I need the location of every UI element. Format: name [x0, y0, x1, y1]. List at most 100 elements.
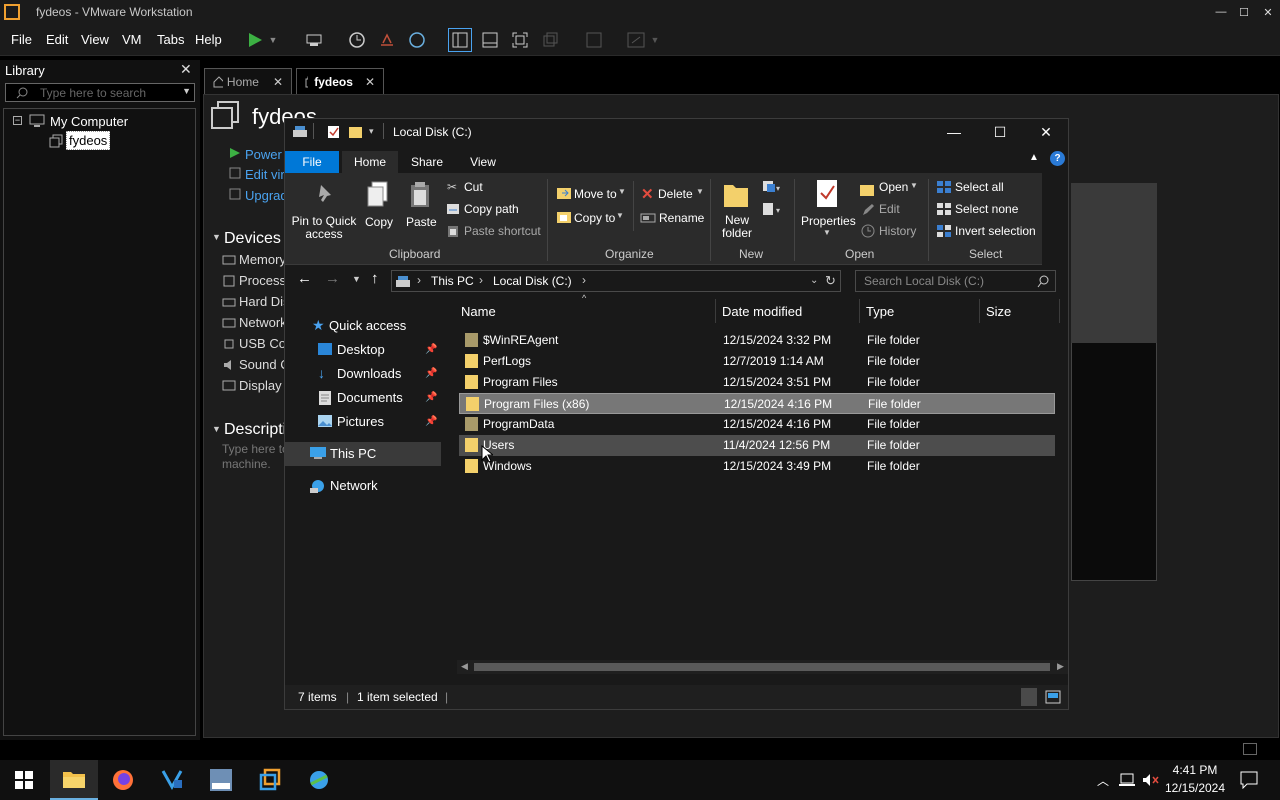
library-search-input[interactable]: Type here to search ▼	[5, 83, 195, 102]
column-size[interactable]: Size	[980, 299, 1060, 323]
device-hard-disk[interactable]: Hard Dis	[239, 294, 290, 309]
up-button[interactable]: ↑	[371, 270, 379, 287]
properties-button[interactable]: Properties	[801, 214, 856, 228]
power-on-icon[interactable]	[243, 28, 267, 52]
nav-desktop[interactable]: Desktop 📌	[285, 338, 441, 362]
table-row[interactable]: Windows 12/15/2024 3:49 PM File folder	[459, 456, 1055, 477]
address-dropdown-icon[interactable]: ⌄	[810, 275, 818, 286]
taskbar-visual-studio[interactable]	[148, 760, 196, 800]
console-view-icon[interactable]	[582, 28, 606, 52]
select-none-button[interactable]: Select none	[955, 202, 1018, 216]
ribbon-tab-view[interactable]: View	[457, 151, 509, 173]
copy-to-button[interactable]: Copy to	[574, 211, 615, 225]
move-to-dropdown-icon[interactable]: ▼	[618, 187, 626, 196]
menu-vm[interactable]: VM	[122, 32, 142, 47]
pin-quick-access-button[interactable]: Pin to Quick access	[289, 215, 359, 241]
paste-shortcut-button[interactable]: Paste shortcut	[464, 224, 541, 238]
table-row[interactable]: $WinREAgent 12/15/2024 3:32 PM File fold…	[459, 330, 1055, 351]
description-text[interactable]: Type here to	[222, 442, 289, 456]
device-display[interactable]: Display	[239, 378, 282, 393]
breadcrumb-chevron-icon[interactable]: ›	[417, 273, 421, 287]
upgrade-link[interactable]: Upgrad	[245, 188, 288, 203]
library-close-icon[interactable]: ✕	[180, 61, 192, 78]
search-dropdown-icon[interactable]: ▼	[182, 86, 191, 96]
select-all-button[interactable]: Select all	[955, 180, 1004, 194]
nav-quick-access[interactable]: ★ Quick access	[285, 314, 441, 338]
minimize-button[interactable]: —	[1209, 0, 1233, 24]
column-type[interactable]: Type	[860, 299, 980, 323]
table-row[interactable]: ProgramData 12/15/2024 4:16 PM File fold…	[459, 414, 1055, 435]
tab-fydeos-close-icon[interactable]: ✕	[365, 75, 375, 89]
stretch-dropdown-icon[interactable]: ▼	[648, 28, 662, 52]
taskbar-firefox[interactable]	[99, 760, 147, 800]
move-to-button[interactable]: Move to	[574, 187, 617, 201]
nav-pictures[interactable]: Pictures 📌	[285, 410, 441, 434]
clock-date[interactable]: 12/15/2024	[1164, 781, 1226, 795]
qat-dropdown-icon[interactable]: ▾	[369, 126, 374, 137]
table-row[interactable]: Users 11/4/2024 12:56 PM File folder	[459, 435, 1055, 456]
power-on-link[interactable]: Power	[245, 147, 282, 162]
taskbar-network-app[interactable]	[295, 760, 343, 800]
open-dropdown-icon[interactable]: ▼	[910, 181, 918, 190]
table-row[interactable]: PerfLogs 12/7/2019 1:14 AM File folder	[459, 351, 1055, 372]
ribbon-tab-share[interactable]: Share	[402, 151, 452, 173]
details-view-icon[interactable]	[1021, 688, 1037, 706]
description-expand-icon[interactable]: ▼	[212, 424, 221, 434]
rename-button[interactable]: Rename	[659, 211, 704, 225]
breadcrumb-local-disk[interactable]: Local Disk (C:)	[493, 274, 572, 288]
device-network[interactable]: Network	[239, 315, 287, 330]
volume-muted-icon[interactable]	[1142, 772, 1160, 788]
new-item-icon[interactable]: ▾	[761, 179, 783, 195]
nav-documents[interactable]: Documents 📌	[285, 386, 441, 410]
scrollbar-thumb[interactable]	[474, 663, 1050, 671]
ribbon-tab-file[interactable]: File	[285, 151, 339, 173]
notifications-icon[interactable]	[1240, 771, 1258, 789]
send-ctrl-alt-del-icon[interactable]	[302, 28, 326, 52]
ribbon-collapse-icon[interactable]: ▲	[1029, 152, 1039, 163]
horizontal-scrollbar[interactable]: ◀ ▶	[457, 660, 1068, 674]
edit-button[interactable]: Edit	[879, 202, 900, 216]
tray-overflow-icon[interactable]: ︿	[1097, 772, 1109, 789]
maximize-button[interactable]: ☐	[1232, 0, 1256, 24]
close-button[interactable]: ✕	[1256, 0, 1280, 24]
menu-view[interactable]: View	[81, 32, 109, 47]
properties-dropdown-icon[interactable]: ▼	[823, 228, 831, 237]
back-button[interactable]: ←	[297, 270, 312, 287]
help-icon[interactable]: ?	[1050, 151, 1065, 166]
column-name[interactable]: Name	[457, 299, 716, 323]
copy-button[interactable]: Copy	[365, 215, 393, 229]
new-folder-button[interactable]: New folder	[719, 214, 755, 240]
address-box[interactable]: › This PC › Local Disk (C:) › ⌄ ↻	[391, 270, 841, 292]
nav-this-pc[interactable]: This PC	[285, 442, 441, 466]
menu-help[interactable]: Help	[195, 32, 222, 47]
network-tray-icon[interactable]	[1118, 772, 1136, 788]
scroll-left-icon[interactable]: ◀	[461, 661, 468, 672]
device-memory[interactable]: Memory	[239, 252, 286, 267]
revert-snapshot-icon[interactable]	[375, 28, 399, 52]
table-row[interactable]: Program Files 12/15/2024 3:51 PM File fo…	[459, 372, 1055, 393]
tree-fydeos[interactable]: fydeos	[66, 131, 111, 150]
paste-button[interactable]: Paste	[406, 215, 437, 229]
easy-access-icon[interactable]: ▾	[761, 201, 783, 217]
power-dropdown-icon[interactable]: ▼	[266, 28, 280, 52]
thumbnail-bar-icon[interactable]	[478, 28, 502, 52]
fullscreen-icon[interactable]	[508, 28, 532, 52]
snapshot-icon[interactable]	[345, 28, 369, 52]
scroll-right-icon[interactable]: ▶	[1057, 661, 1064, 672]
cut-button[interactable]: Cut	[464, 180, 483, 194]
breadcrumb-chevron-icon[interactable]: ›	[582, 273, 586, 287]
menu-tabs[interactable]: Tabs	[157, 32, 184, 47]
delete-dropdown-icon[interactable]: ▼	[696, 187, 704, 196]
tree-my-computer[interactable]: My Computer	[50, 114, 128, 129]
breadcrumb-chevron-icon[interactable]: ›	[479, 273, 483, 287]
copy-to-dropdown-icon[interactable]: ▼	[616, 211, 624, 220]
properties-qat-icon[interactable]	[327, 125, 341, 139]
refresh-icon[interactable]: ↻	[825, 273, 836, 289]
column-date-modified[interactable]: Date modified	[716, 299, 860, 323]
explorer-search-input[interactable]: Search Local Disk (C:)	[855, 270, 1056, 292]
collapse-icon[interactable]: −	[13, 116, 22, 125]
new-folder-qat-icon[interactable]	[348, 125, 363, 139]
tab-fydeos[interactable]: fydeos ✕	[296, 68, 384, 94]
breadcrumb-this-pc[interactable]: This PC	[431, 274, 474, 288]
forward-button[interactable]: →	[325, 270, 340, 287]
